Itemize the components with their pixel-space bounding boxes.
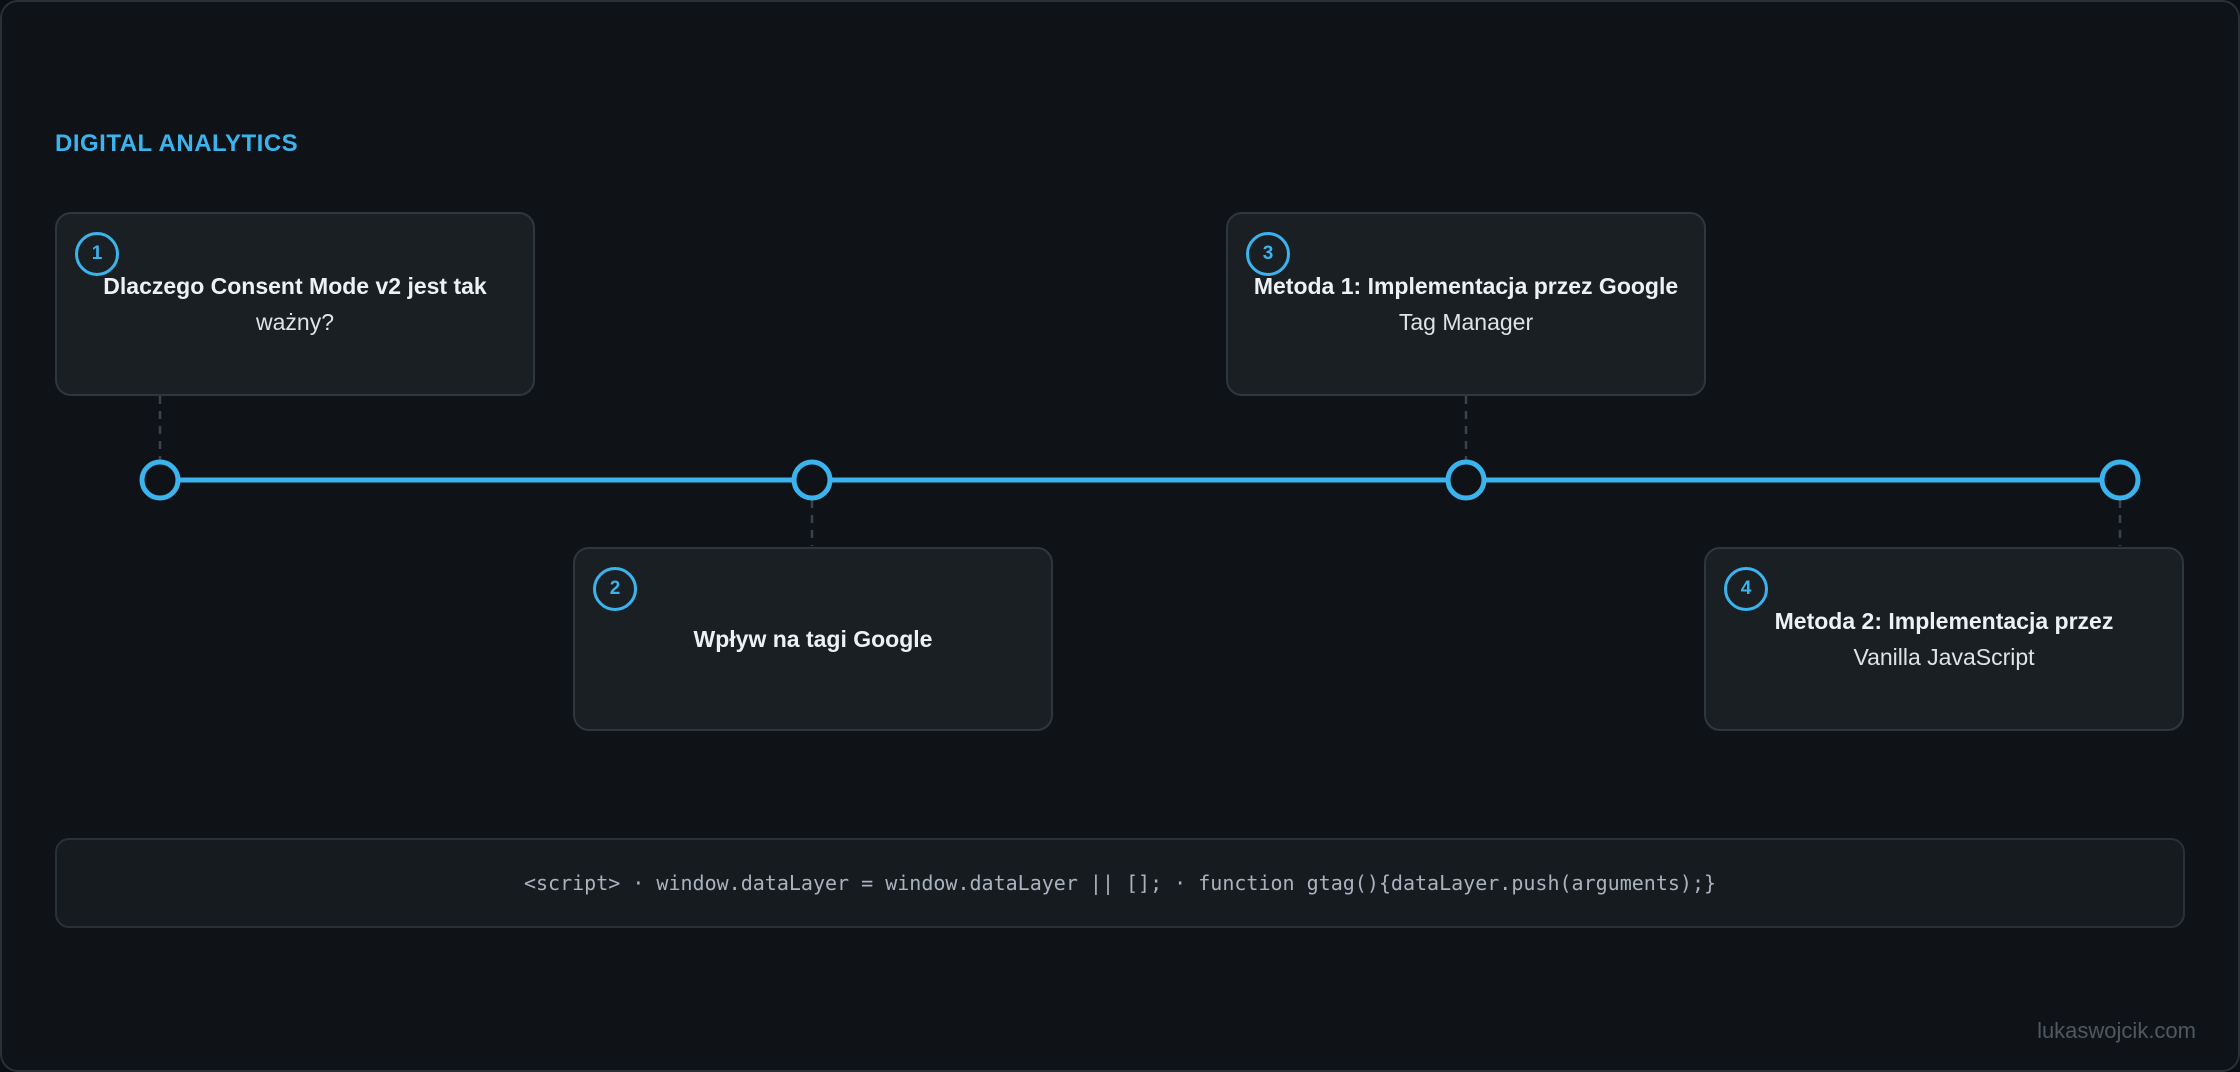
timeline-node-3 <box>1445 459 1487 501</box>
step-card-text: Metoda 2: Implementacja przez Vanilla Ja… <box>1775 603 2114 675</box>
step-number-badge: 4 <box>1724 567 1768 611</box>
step-title: Metoda 1: Implementacja przez Google <box>1253 273 1679 299</box>
step-number-badge: 2 <box>593 567 637 611</box>
step-card-2: 2 Wpływ na tagi Google <box>573 547 1053 731</box>
step-title: Dlaczego Consent Mode v2 jest tak <box>103 273 487 299</box>
step-card-4: 4 Metoda 2: Implementacja przez Vanilla … <box>1704 547 2184 731</box>
step-title: Metoda 2: Implementacja przez <box>1774 608 2114 634</box>
step-card-text: Dlaczego Consent Mode v2 jest tak ważny? <box>103 268 486 340</box>
timeline-node-2 <box>791 459 833 501</box>
code-snippet-bar: <script> · window.dataLayer = window.dat… <box>55 838 2185 928</box>
code-snippet: <script> · window.dataLayer = window.dat… <box>523 871 1717 895</box>
step-number-badge: 3 <box>1246 232 1290 276</box>
step-card-3: 3 Metoda 1: Implementacja przez Google T… <box>1226 212 1706 396</box>
step-card-1: 1 Dlaczego Consent Mode v2 jest tak ważn… <box>55 212 535 396</box>
watermark: lukaswojcik.com <box>2037 1018 2196 1043</box>
step-card-text: Wpływ na tagi Google <box>694 621 933 657</box>
timeline-node-4 <box>2099 459 2141 501</box>
step-title: Wpływ na tagi Google <box>693 626 933 652</box>
step-card-text: Metoda 1: Implementacja przez Google Tag… <box>1254 268 1678 340</box>
step-subtitle: Vanilla JavaScript <box>1853 644 2035 670</box>
step-subtitle: Tag Manager <box>1398 309 1534 335</box>
step-subtitle: ważny? <box>256 309 334 335</box>
step-number-badge: 1 <box>75 232 119 276</box>
timeline-node-1 <box>139 459 181 501</box>
